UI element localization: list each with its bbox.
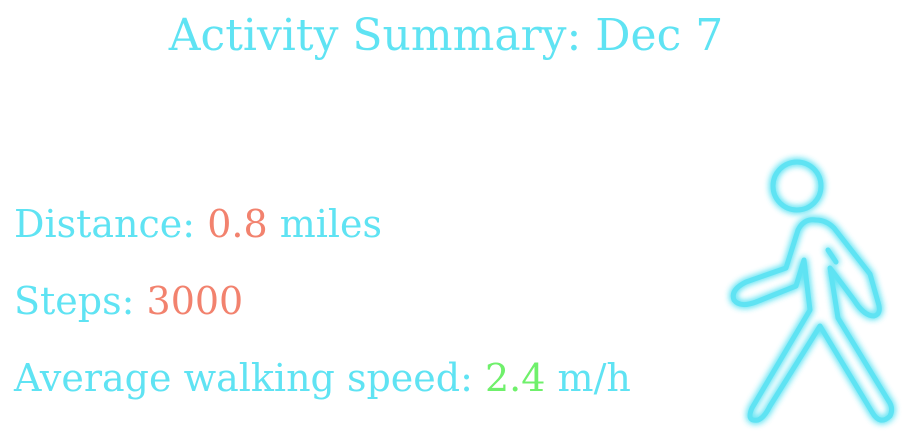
icon-head (770, 159, 824, 213)
steps-label: Steps: (14, 279, 135, 323)
icon-body (730, 217, 895, 423)
walking-person-icon (712, 150, 902, 435)
steps-value: 3000 (146, 279, 244, 323)
distance-label: Distance: (14, 202, 196, 246)
speed-label: Average walking speed: (14, 356, 473, 400)
speed-value: 2.4 (485, 356, 546, 400)
distance-unit: miles (279, 202, 383, 246)
walking-person-icon-svg (730, 159, 895, 423)
summary-title: Activity Summary: Dec 7 (168, 10, 724, 61)
speed-stat: Average walking speed: 2.4 m/h (14, 354, 631, 402)
distance-value: 0.8 (207, 202, 268, 246)
steps-stat: Steps: 3000 (14, 277, 243, 325)
speed-unit: m/h (557, 356, 631, 400)
icon-arm-detail (825, 247, 839, 265)
distance-stat: Distance: 0.8 miles (14, 200, 382, 248)
